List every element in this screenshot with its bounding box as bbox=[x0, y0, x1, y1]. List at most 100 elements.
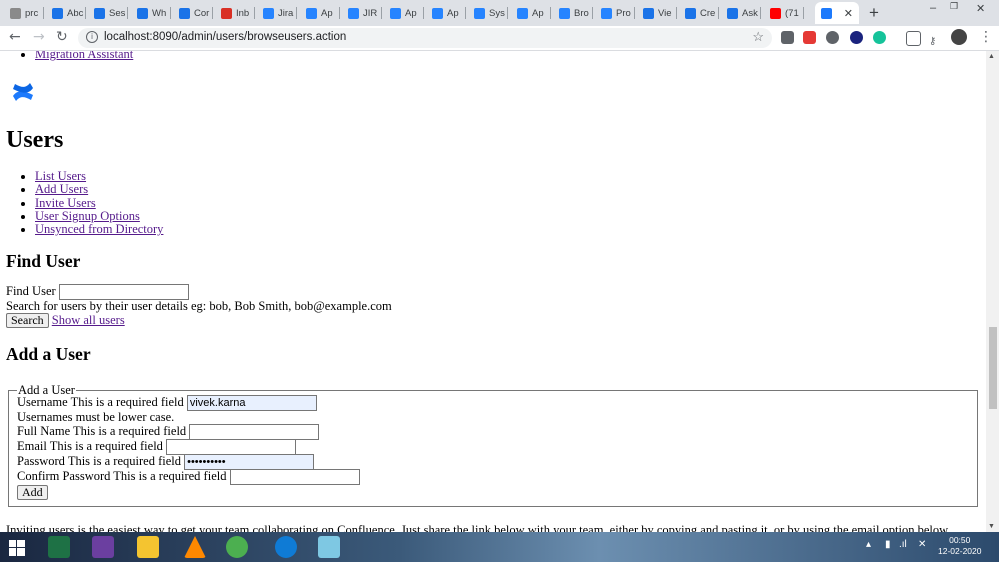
tab-favicon-icon bbox=[559, 7, 570, 19]
tab-favicon-icon bbox=[601, 7, 612, 19]
close-tab-icon[interactable]: ✕ bbox=[844, 7, 853, 20]
new-tab-button[interactable]: + bbox=[869, 3, 879, 23]
scroll-down-icon[interactable]: ▼ bbox=[988, 522, 995, 530]
tab-separator bbox=[803, 7, 804, 19]
confirm-password-label: Confirm Password This is a required fiel… bbox=[17, 469, 227, 483]
extension-cast-icon[interactable] bbox=[781, 31, 794, 44]
excel-icon[interactable] bbox=[48, 536, 70, 558]
list-item: User Signup Options bbox=[35, 209, 163, 223]
edge-icon[interactable] bbox=[275, 536, 297, 558]
windows-start-icon[interactable] bbox=[9, 540, 25, 556]
username-label: Username This is a required field bbox=[17, 395, 184, 409]
minimize-icon[interactable]: – bbox=[930, 2, 936, 14]
tab-label: Jira bbox=[278, 7, 294, 19]
find-user-label: Find User bbox=[6, 284, 56, 298]
username-input[interactable] bbox=[186, 395, 317, 412]
confirm-password-input[interactable] bbox=[229, 469, 360, 486]
users-nav-link[interactable]: Add Users bbox=[35, 182, 88, 196]
network-icon[interactable]: .ıl bbox=[899, 539, 907, 550]
volume-muted-icon[interactable]: ✕ bbox=[918, 539, 926, 550]
browser-tab[interactable]: Ap bbox=[300, 2, 340, 24]
key-icon[interactable]: ⚷ bbox=[929, 31, 942, 47]
browser-tab[interactable]: prc bbox=[4, 2, 44, 24]
reload-icon[interactable]: ↻ bbox=[56, 29, 68, 45]
password-input[interactable] bbox=[184, 454, 315, 471]
page-scrollbar[interactable] bbox=[986, 51, 999, 532]
users-nav-link[interactable]: Invite Users bbox=[35, 196, 96, 210]
notes-app-icon[interactable] bbox=[318, 536, 340, 558]
tab-favicon-icon bbox=[179, 7, 190, 19]
tab-separator bbox=[43, 7, 44, 19]
browser-tab[interactable]: Ap bbox=[384, 2, 424, 24]
scrollbar-thumb[interactable] bbox=[989, 327, 997, 409]
browser-tab[interactable]: Pro bbox=[595, 2, 635, 24]
taskbar-clock[interactable]: 00:50 12-02-2020 bbox=[938, 535, 981, 557]
tab-label: Cor bbox=[194, 7, 210, 19]
close-window-icon[interactable]: ✕ bbox=[976, 2, 985, 15]
browser-tab[interactable]: Bro bbox=[553, 2, 593, 24]
browser-tab[interactable]: Ap bbox=[426, 2, 466, 24]
tab-separator bbox=[465, 7, 466, 19]
site-info-icon[interactable]: i bbox=[86, 31, 98, 43]
clock-date: 12-02-2020 bbox=[938, 546, 982, 556]
browser-tab[interactable]: Ses bbox=[88, 2, 128, 24]
browser-tab[interactable]: Abc bbox=[46, 2, 86, 24]
browser-tab[interactable]: Jira bbox=[257, 2, 297, 24]
browser-tab[interactable]: Sys bbox=[468, 2, 508, 24]
address-url[interactable]: localhost:8090/admin/users/browseusers.a… bbox=[104, 31, 346, 43]
restore-icon[interactable]: ❐ bbox=[950, 1, 958, 12]
email-label: Email This is a required field bbox=[17, 439, 163, 453]
show-all-users-link[interactable]: Show all users bbox=[52, 313, 125, 327]
forward-arrow-icon[interactable]: → bbox=[33, 29, 45, 45]
browser-tab[interactable]: Ask bbox=[721, 2, 761, 24]
back-arrow-icon[interactable]: ← bbox=[9, 29, 21, 45]
tab-separator bbox=[592, 7, 593, 19]
tab-favicon-icon bbox=[643, 7, 654, 19]
migration-assistant-link[interactable]: Migration Assistant bbox=[35, 51, 133, 61]
active-browser-tab[interactable]: ✕ bbox=[815, 2, 859, 24]
users-nav-link[interactable]: Unsynced from Directory bbox=[35, 222, 163, 236]
chrome-icon[interactable] bbox=[226, 536, 248, 558]
tab-favicon-icon bbox=[306, 7, 317, 19]
users-nav-link[interactable]: User Signup Options bbox=[35, 209, 140, 223]
extension-globe-icon[interactable] bbox=[850, 31, 863, 44]
top-nav-list: Migration Assistant bbox=[0, 51, 133, 61]
browser-tab[interactable]: Inb bbox=[215, 2, 255, 24]
tab-label: Ap bbox=[321, 7, 333, 19]
scroll-up-icon[interactable]: ▲ bbox=[988, 52, 995, 60]
tab-favicon-icon bbox=[52, 7, 63, 19]
tab-label: JIR bbox=[363, 7, 378, 19]
browser-tab[interactable]: Cre bbox=[679, 2, 719, 24]
extension-skype-icon[interactable] bbox=[826, 31, 839, 44]
profile-avatar[interactable] bbox=[951, 29, 967, 45]
add-button[interactable]: Add bbox=[17, 485, 48, 500]
vlc-icon[interactable] bbox=[184, 536, 206, 558]
browser-tab[interactable]: Wh bbox=[131, 2, 171, 24]
browser-tab[interactable]: Vie bbox=[637, 2, 677, 24]
tray-chevron-icon[interactable]: ▴ bbox=[866, 539, 871, 550]
find-user-input[interactable] bbox=[58, 284, 189, 301]
tab-favicon-icon bbox=[390, 7, 401, 19]
email-input[interactable] bbox=[166, 439, 297, 456]
extension-my-icon[interactable] bbox=[803, 31, 816, 44]
browser-tab[interactable]: Ap bbox=[511, 2, 551, 24]
tab-favicon-icon bbox=[348, 7, 359, 19]
menu-dots-icon[interactable]: ⋮ bbox=[979, 29, 993, 45]
reading-list-icon[interactable] bbox=[906, 31, 921, 46]
bookmark-star-icon[interactable]: ☆ bbox=[752, 29, 764, 45]
paint-app-icon[interactable] bbox=[92, 536, 114, 558]
tab-label: Ap bbox=[447, 7, 459, 19]
browser-tab[interactable]: Cor bbox=[173, 2, 213, 24]
browser-tab[interactable]: JIR bbox=[342, 2, 382, 24]
username-row: Username This is a required field bbox=[17, 395, 317, 412]
address-bar[interactable]: i localhost:8090/admin/users/browseusers… bbox=[78, 28, 772, 48]
file-explorer-icon[interactable] bbox=[137, 536, 159, 558]
search-button[interactable]: Search bbox=[6, 313, 49, 328]
extension-grammarly-icon[interactable] bbox=[873, 31, 886, 44]
tab-separator bbox=[339, 7, 340, 19]
browser-tab[interactable]: (71 bbox=[764, 2, 804, 24]
users-nav-link[interactable]: List Users bbox=[35, 169, 86, 183]
fullname-input[interactable] bbox=[189, 424, 320, 441]
username-hint: Usernames must be lower case. bbox=[17, 410, 175, 424]
tab-favicon-icon bbox=[727, 7, 738, 19]
